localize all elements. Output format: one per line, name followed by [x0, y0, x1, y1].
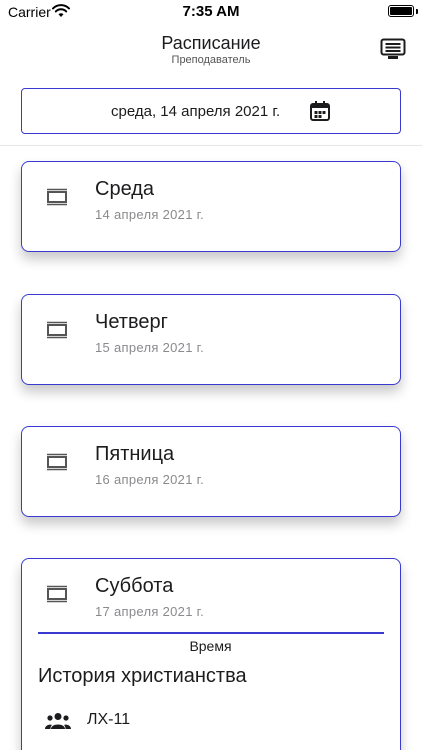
time-header: Время — [189, 638, 232, 654]
lesson-title[interactable]: История христианства — [38, 665, 247, 688]
header-separator — [0, 145, 422, 146]
group-icon — [45, 713, 71, 729]
collapse-icon — [47, 188, 67, 206]
calendar-icon — [310, 101, 330, 121]
status-bar: Carrier 7:35 AM — [0, 0, 422, 24]
day-name: Пятница — [95, 443, 175, 465]
day-name: Среда — [95, 178, 155, 200]
page-title: Расписание — [161, 33, 261, 53]
day-name: Четверг — [95, 311, 168, 333]
clock: 7:35 AM — [182, 3, 240, 20]
day-date: 14 апреля 2021 г. — [95, 207, 205, 222]
day-date: 17 апреля 2021 г. — [95, 604, 205, 619]
day-card-saturday[interactable]: Суббота 17 апреля 2021 г. Время История … — [21, 558, 401, 750]
date-picker[interactable]: среда, 14 апреля 2021 г. — [21, 88, 401, 134]
battery-nub — [416, 9, 418, 14]
date-picker-value: среда, 14 апреля 2021 г. — [111, 103, 281, 120]
day-card-friday[interactable]: Пятница 16 апреля 2021 г. — [21, 426, 401, 517]
page-subtitle: Преподаватель — [171, 54, 251, 66]
day-card-wednesday[interactable]: Среда 14 апреля 2021 г. — [21, 161, 401, 252]
day-date: 16 апреля 2021 г. — [95, 472, 205, 487]
collapse-icon — [47, 453, 67, 471]
day-name: Суббота — [95, 575, 174, 597]
group-label: ЛХ-11 — [87, 711, 131, 728]
keyboard-icon[interactable] — [380, 38, 406, 60]
day-date: 15 апреля 2021 г. — [95, 340, 205, 355]
collapse-icon — [47, 321, 67, 339]
collapse-icon — [47, 585, 67, 603]
battery-icon — [388, 5, 414, 17]
day-card-thursday[interactable]: Четверг 15 апреля 2021 г. — [21, 294, 401, 385]
card-divider — [38, 632, 384, 634]
